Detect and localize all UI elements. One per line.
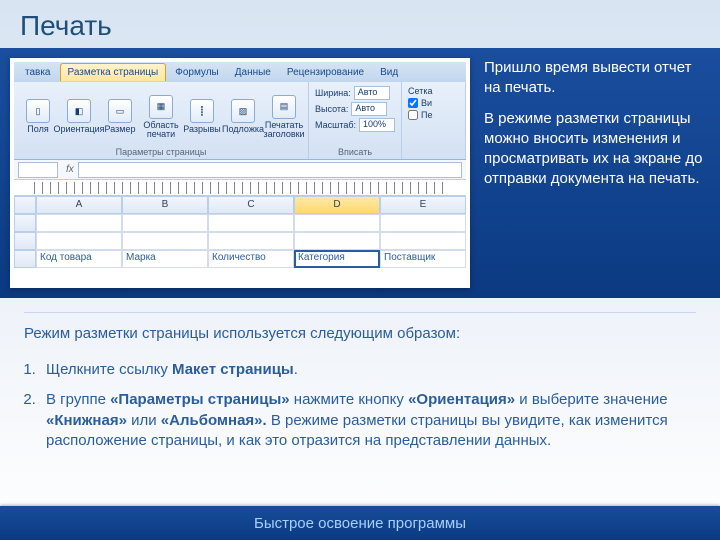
- row-header[interactable]: [14, 232, 36, 250]
- row-header[interactable]: [14, 214, 36, 232]
- cell[interactable]: [380, 232, 466, 250]
- margins-button[interactable]: ▯Поля: [20, 99, 56, 134]
- size-icon: ▭: [108, 99, 132, 123]
- footer-text: Быстрое освоение программы: [254, 515, 466, 532]
- tab-view[interactable]: Вид: [373, 64, 405, 81]
- tab-formulas[interactable]: Формулы: [168, 64, 226, 81]
- footer-band: Быстрое освоение программы: [0, 506, 720, 540]
- hero-band: тавка Разметка страницы Формулы Данные Р…: [0, 48, 720, 298]
- steps-list: Щелкните ссылку Макет страницы. В группе…: [0, 348, 720, 451]
- section-caption: Режим разметки страницы используется сле…: [24, 312, 696, 342]
- size-button[interactable]: ▭Размер: [102, 99, 138, 134]
- cell[interactable]: [122, 214, 208, 232]
- col-header[interactable]: E: [380, 196, 466, 214]
- print-titles-button[interactable]: ▤Печатать заголовки: [266, 95, 302, 139]
- height-label: Высота:: [315, 104, 348, 114]
- height-input[interactable]: Авто: [351, 102, 387, 116]
- col-header[interactable]: C: [208, 196, 294, 214]
- ribbon-tabs: тавка Разметка страницы Формулы Данные Р…: [14, 62, 466, 82]
- header-cell[interactable]: Количество: [208, 250, 294, 268]
- hero-paragraph: Пришло время вывести отчет на печать.: [484, 58, 704, 99]
- row-header[interactable]: [14, 250, 36, 268]
- horizontal-ruler: [14, 180, 466, 196]
- tab-data[interactable]: Данные: [228, 64, 278, 81]
- col-header[interactable]: B: [122, 196, 208, 214]
- print-checkbox[interactable]: [408, 110, 418, 120]
- tab-insert[interactable]: тавка: [18, 64, 58, 81]
- cell[interactable]: [122, 232, 208, 250]
- select-all-corner[interactable]: [14, 196, 36, 214]
- fx-icon[interactable]: fx: [66, 164, 74, 175]
- formula-bar: fx: [14, 160, 466, 180]
- view-checkbox[interactable]: [408, 98, 418, 108]
- orientation-button[interactable]: ◧Ориентация: [61, 99, 97, 134]
- excel-screenshot: тавка Разметка страницы Формулы Данные Р…: [10, 58, 470, 288]
- hero-paragraph: В режиме разметки страницы можно вносить…: [484, 109, 704, 190]
- formula-input[interactable]: [78, 162, 462, 178]
- breaks-button[interactable]: ┋Разрывы: [184, 99, 220, 134]
- name-box[interactable]: [18, 162, 58, 178]
- tab-review[interactable]: Рецензирование: [280, 64, 371, 81]
- worksheet: A B C D E: [14, 196, 466, 288]
- orientation-icon: ◧: [67, 99, 91, 123]
- cell[interactable]: [208, 232, 294, 250]
- cell[interactable]: [36, 214, 122, 232]
- cell[interactable]: [380, 214, 466, 232]
- cell[interactable]: [208, 214, 294, 232]
- cell[interactable]: [294, 214, 380, 232]
- col-header[interactable]: A: [36, 196, 122, 214]
- tab-page-layout[interactable]: Разметка страницы: [60, 63, 167, 81]
- col-header[interactable]: D: [294, 196, 380, 214]
- header-cell[interactable]: Код товара: [36, 250, 122, 268]
- scale-label: Масштаб:: [315, 120, 356, 130]
- width-input[interactable]: Авто: [354, 86, 390, 100]
- margins-icon: ▯: [26, 99, 50, 123]
- background-button[interactable]: ▨Подложка: [225, 99, 261, 134]
- step-item: В группе «Параметры страницы» нажмите кн…: [40, 390, 690, 451]
- group-page-setup-label: Параметры страницы: [20, 147, 302, 157]
- print-area-button[interactable]: ▦Область печати: [143, 95, 179, 139]
- cell[interactable]: [294, 232, 380, 250]
- ribbon: ▯Поля ◧Ориентация ▭Размер ▦Область печат…: [14, 82, 466, 160]
- header-cell[interactable]: Поставщик: [380, 250, 466, 268]
- group-scale-label: Вписать: [315, 147, 395, 157]
- slide-title: Печать: [0, 0, 720, 48]
- step-item: Щелкните ссылку Макет страницы.: [40, 360, 690, 380]
- cell[interactable]: [36, 232, 122, 250]
- width-label: Ширина:: [315, 88, 351, 98]
- print-titles-icon: ▤: [272, 95, 296, 119]
- print-area-icon: ▦: [149, 95, 173, 119]
- header-cell[interactable]: Марка: [122, 250, 208, 268]
- breaks-icon: ┋: [190, 99, 214, 123]
- scale-input[interactable]: 100%: [359, 118, 395, 132]
- header-cell[interactable]: Категория: [294, 250, 380, 268]
- hero-text: Пришло время вывести отчет на печать. В …: [484, 58, 704, 288]
- gridlines-label: Сетка: [408, 86, 459, 96]
- background-icon: ▨: [231, 99, 255, 123]
